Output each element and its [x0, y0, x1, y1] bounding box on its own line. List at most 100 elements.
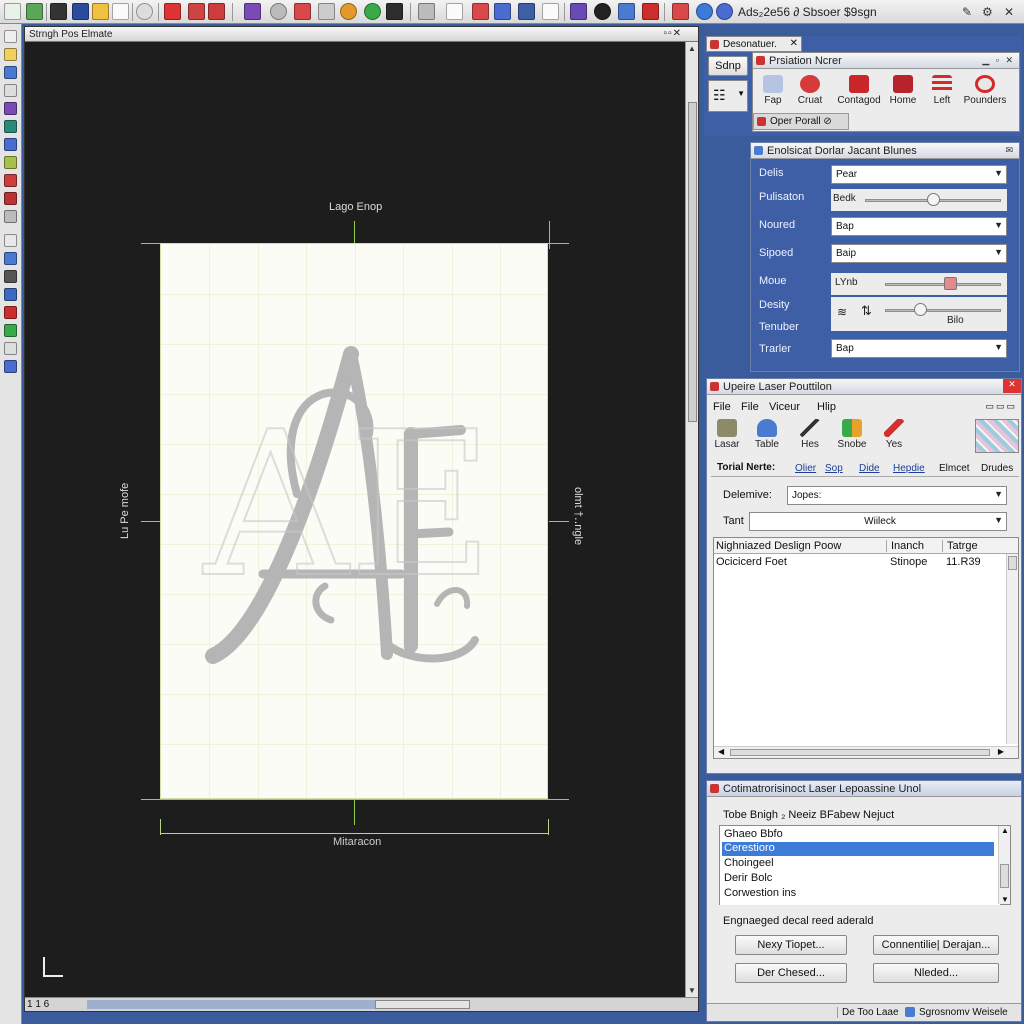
tool-cruat-button[interactable]: Cruat	[793, 75, 827, 106]
column-header-inanch[interactable]: Inanch	[886, 540, 924, 552]
preview-thumbnail[interactable]	[975, 419, 1019, 453]
bucket-icon[interactable]	[208, 3, 225, 20]
monitor-icon[interactable]	[386, 3, 403, 20]
table-hscroll[interactable]: ◀ ▶	[714, 746, 1018, 758]
menu-help[interactable]: Hlip	[817, 401, 836, 413]
gear-icon[interactable]: ⚙	[982, 5, 993, 19]
measure-tool-icon[interactable]	[4, 174, 17, 187]
tant-select[interactable]: Wiileck ▼	[749, 512, 1007, 531]
design-page[interactable]: AE	[160, 243, 548, 799]
prop-select-trarler[interactable]: Bap ▼	[831, 339, 1007, 358]
tool-table-button[interactable]: Table	[751, 419, 783, 450]
fill-tool-icon[interactable]	[4, 138, 17, 151]
paint-icon[interactable]	[164, 3, 181, 20]
circle-icon[interactable]	[594, 3, 611, 20]
image-icon[interactable]	[518, 3, 535, 20]
search-icon[interactable]	[270, 3, 287, 20]
new-target-button[interactable]: Nexy Tiopet...	[735, 935, 847, 955]
grid-icon[interactable]	[542, 3, 559, 20]
swap-icon[interactable]	[672, 3, 689, 20]
open-folder-icon[interactable]	[26, 3, 43, 20]
tool-fap-button[interactable]: Fap	[759, 75, 787, 106]
new-file-icon[interactable]	[4, 3, 21, 20]
tab-drudes[interactable]: Drudes	[981, 463, 1013, 474]
brush-icon[interactable]	[472, 3, 489, 20]
monogram-artwork[interactable]: AE	[201, 334, 501, 674]
vertical-scrollbar[interactable]: ▲ ▼	[685, 42, 698, 997]
setup-dropdown[interactable]: ☷ ▼	[708, 80, 748, 112]
window-buttons[interactable]: ✉	[1005, 145, 1015, 156]
bezier-tool-icon[interactable]	[4, 252, 17, 265]
prop-slider-moue-thumb[interactable]	[943, 277, 957, 290]
horizontal-scroll-thumb[interactable]	[375, 1000, 470, 1009]
list-item[interactable]: Corwestion ins	[722, 887, 994, 901]
refresh-icon[interactable]	[364, 3, 381, 20]
globe-icon[interactable]	[696, 3, 713, 20]
arrows-icon[interactable]: ⇅	[861, 303, 872, 319]
array-tool-icon[interactable]	[4, 288, 17, 301]
prop-slider-pulisaton-thumb[interactable]	[927, 193, 940, 206]
wand-icon[interactable]	[318, 3, 335, 20]
text-tool-icon[interactable]	[4, 120, 17, 133]
save-icon[interactable]	[50, 3, 67, 20]
scroll-down-arrow-icon[interactable]: ▼	[1001, 895, 1009, 904]
tool-laser-button[interactable]: Lasar	[711, 419, 743, 450]
wave-icon[interactable]	[570, 3, 587, 20]
column-header-name[interactable]: Nighniazed Deslign Poow	[716, 540, 841, 552]
document-icon[interactable]	[112, 3, 129, 20]
tab-elmcet[interactable]: Elmcet	[939, 463, 970, 474]
list-item[interactable]: Ghaeo Bbfo	[722, 828, 994, 842]
eraser-tool-icon[interactable]	[4, 210, 17, 223]
scroll-up-arrow-icon[interactable]: ▲	[1001, 826, 1009, 835]
knife-tool-icon[interactable]	[4, 192, 17, 205]
transform-tool-icon[interactable]	[4, 270, 17, 283]
rect-tool-icon[interactable]	[4, 84, 17, 97]
vertical-scroll-thumb[interactable]	[688, 102, 697, 422]
gear-icon[interactable]	[92, 3, 109, 20]
table-hscroll-thumb[interactable]	[730, 749, 990, 756]
select-tool-icon[interactable]	[4, 30, 17, 43]
column-header-tatrge[interactable]: Tatrge	[942, 540, 978, 552]
node-tool-icon[interactable]	[4, 48, 17, 61]
line-tool-icon[interactable]	[4, 234, 17, 247]
align-tool-icon[interactable]	[4, 342, 17, 355]
boolean-tool-icon[interactable]	[4, 360, 17, 373]
chart-icon[interactable]	[446, 3, 463, 20]
list-item[interactable]: Cerestioro	[722, 842, 994, 856]
menu-file-2[interactable]: File	[741, 401, 759, 413]
tool-pounders-button[interactable]: Pounders	[961, 75, 1009, 106]
close-icon[interactable]: ✕	[1003, 379, 1021, 393]
window-buttons[interactable]: ▁ ▫ ✕	[982, 55, 1015, 66]
options-list-scroll[interactable]: ▲ ▼	[998, 826, 1010, 904]
setup-button[interactable]: Sdnp	[708, 56, 748, 76]
sun-icon[interactable]	[340, 3, 357, 20]
connection-design-button[interactable]: Connentilie| Derajan...	[873, 935, 999, 955]
list-item[interactable]: Choingeel	[722, 857, 994, 871]
tab-olier[interactable]: Olier	[795, 463, 816, 474]
options-list-thumb[interactable]	[1000, 864, 1009, 888]
eyedrop-tool-icon[interactable]	[4, 156, 17, 169]
prop-select-sipoed[interactable]: Baip ▼	[831, 244, 1007, 263]
open-panel-tab[interactable]: Oper Porall ⊘	[753, 113, 849, 130]
zoom-icon[interactable]	[136, 3, 153, 20]
delermine-select[interactable]: Jopes: ▼	[787, 486, 1007, 505]
weld-tool-icon[interactable]	[4, 306, 17, 319]
prop-slider-desity-thumb[interactable]	[913, 303, 927, 316]
close-icon[interactable]: ✕	[790, 38, 798, 49]
edit-icon[interactable]: ✎	[962, 5, 972, 19]
magnet-icon[interactable]	[294, 3, 311, 20]
tool-snobe-button[interactable]: Snobe	[835, 419, 869, 450]
design-tab[interactable]: Desonatuer. ✕	[706, 36, 802, 52]
offset-tool-icon[interactable]	[4, 324, 17, 337]
canvas-window-buttons[interactable]: ▫▫✕	[664, 28, 682, 39]
shape-tool-icon[interactable]	[4, 66, 17, 79]
tool-left-button[interactable]: Left	[927, 75, 957, 106]
laser-icon[interactable]	[642, 3, 659, 20]
table-row[interactable]: Ocicicerd Foet Stinope 11.R39	[714, 556, 1004, 570]
close-icon[interactable]: ✕	[1004, 5, 1014, 19]
prop-select-noured[interactable]: Bap ▼	[831, 217, 1007, 236]
arrow-icon[interactable]	[418, 3, 435, 20]
history-icon[interactable]	[716, 3, 733, 20]
ellipse-tool-icon[interactable]	[4, 102, 17, 115]
text-icon[interactable]	[494, 3, 511, 20]
